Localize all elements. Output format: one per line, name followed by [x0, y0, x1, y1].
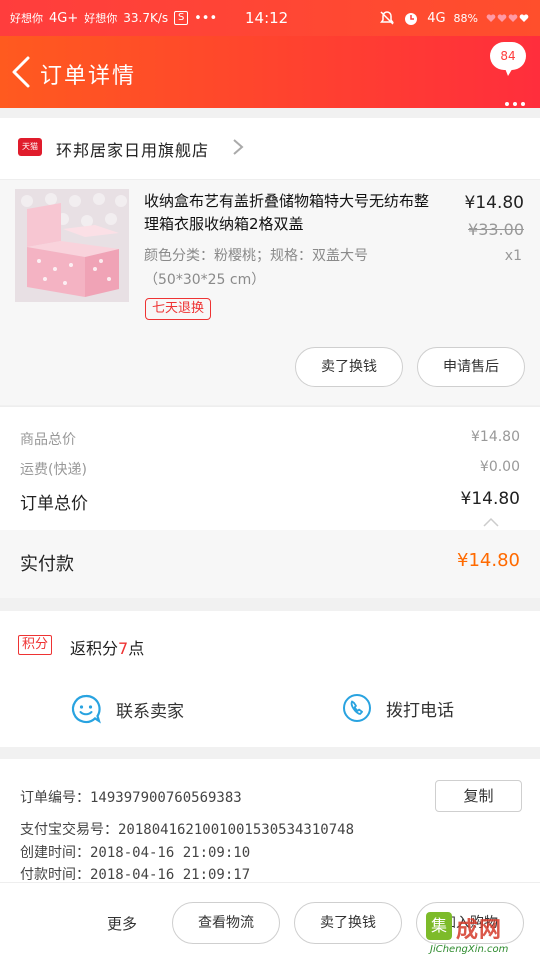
storage-box-illustration — [15, 189, 129, 302]
page-title: 订单详情 — [40, 64, 137, 89]
paid-label: 实付款 — [20, 554, 74, 575]
sell-for-cash-button[interactable]: 卖了换钱 — [295, 347, 403, 387]
more-menu-icon[interactable] — [505, 102, 525, 106]
watermark-url: JiChengXin.com — [430, 944, 509, 955]
carrier-name-2: 好想你 — [84, 12, 118, 25]
network-type: 4G+ — [49, 10, 79, 26]
order-number-row: 订单编号：149397900760569383 — [20, 790, 242, 806]
message-bubble-icon — [504, 66, 514, 76]
store-row[interactable]: 天猫 环邦居家日用旗舰店 — [0, 118, 540, 180]
site-watermark: 集 成网 JiChengXin.com — [426, 910, 538, 958]
price-summary: 商品总价 ¥14.80 运费(快递) ¥0.00 订单总价 ¥14.80 — [0, 406, 540, 530]
shipping-label: 运费(快递) — [20, 462, 87, 478]
points-text: 返积分7点 — [70, 639, 145, 658]
order-total-value: ¥14.80 — [460, 489, 520, 509]
apply-aftersale-button[interactable]: 申请售后 — [417, 347, 525, 387]
product-image[interactable] — [15, 189, 129, 302]
order-total-label: 订单总价 — [20, 494, 88, 514]
created-time-row: 创建时间：2018-04-16 21:09:10 — [20, 845, 251, 861]
more-button[interactable]: 更多 — [107, 913, 137, 934]
hearts-icon — [486, 14, 529, 22]
product-card[interactable]: 收纳盒布艺有盖折叠储物箱特大号无纺布整理箱衣服收纳箱2格双盖 颜色分类：粉樱桃；… — [0, 180, 540, 405]
page-header: 订单详情 84 — [0, 36, 540, 108]
points-contact-section: 积分 返积分7点 联系卖家 拨打电话 — [0, 611, 540, 747]
product-title[interactable]: 收纳盒布艺有盖折叠储物箱特大号无纺布整理箱衣服收纳箱2格双盖 — [144, 190, 436, 236]
tmall-badge-icon: 天猫 — [18, 138, 42, 156]
watermark-text: 成网 — [456, 918, 503, 943]
alipay-transaction-number: 2018041621001001530534310748 — [118, 822, 355, 838]
call-phone-button[interactable]: 拨打电话 — [342, 693, 454, 723]
s-app-icon: S — [174, 11, 189, 25]
points-count: 7 — [118, 639, 129, 658]
more-notifications-icon: ••• — [194, 10, 218, 26]
created-time: 2018-04-16 21:09:10 — [90, 845, 251, 861]
paid-value: ¥14.80 — [457, 550, 520, 571]
status-bar: 好想你 4G+ 好想你 33.7K/s S ••• 14:12 4G 88% — [0, 0, 540, 36]
paid-time-row: 付款时间：2018-04-16 21:09:17 — [20, 867, 251, 883]
clock: 14:12 — [245, 9, 289, 27]
network-speed: 33.7K/s — [123, 11, 169, 25]
goods-total-label: 商品总价 — [20, 432, 76, 448]
shipping-value: ¥0.00 — [479, 459, 520, 475]
call-phone-label: 拨打电话 — [386, 700, 454, 721]
chat-smile-icon — [71, 694, 101, 724]
order-info-section: 订单编号：149397900760569383 复制 支付宝交易号：201804… — [0, 759, 540, 889]
network-type-2: 4G — [427, 10, 446, 26]
back-arrow-icon[interactable] — [8, 54, 36, 90]
view-logistics-button[interactable]: 查看物流 — [172, 902, 280, 944]
paid-time: 2018-04-16 21:09:17 — [90, 867, 251, 883]
goods-total-value: ¥14.80 — [471, 429, 520, 445]
watermark-logo-icon: 集 — [426, 912, 452, 940]
contact-seller-button[interactable]: 联系卖家 — [70, 693, 184, 725]
chevron-up-icon[interactable] — [482, 517, 500, 527]
carrier-name: 好想你 — [10, 12, 43, 25]
product-price: ¥14.80 — [464, 193, 524, 213]
order-number: 149397900760569383 — [90, 790, 242, 806]
battery-level: 88% — [453, 11, 478, 25]
mute-bell-icon — [380, 11, 395, 25]
seven-day-return-badge: 七天退换 — [145, 298, 212, 320]
contact-seller-label: 联系卖家 — [116, 701, 184, 722]
store-name[interactable]: 环邦居家日用旗舰店 — [56, 137, 209, 161]
points-badge: 积分 — [18, 635, 53, 655]
alipay-transaction-row: 支付宝交易号：2018041621001001530534310748 — [20, 822, 355, 838]
chevron-right-icon — [233, 139, 244, 155]
copy-order-number-button[interactable]: 复制 — [435, 780, 522, 812]
paid-amount-row: 实付款 ¥14.80 — [0, 530, 540, 598]
phone-icon — [343, 694, 371, 722]
product-spec: 颜色分类：粉樱桃；规格：双盖大号（50*30*25 cm） — [144, 248, 368, 288]
original-price: ¥33.00 — [468, 220, 524, 239]
alarm-icon — [405, 13, 418, 25]
product-quantity: x1 — [504, 248, 522, 264]
sell-for-cash-bottom-button[interactable]: 卖了换钱 — [294, 902, 402, 944]
